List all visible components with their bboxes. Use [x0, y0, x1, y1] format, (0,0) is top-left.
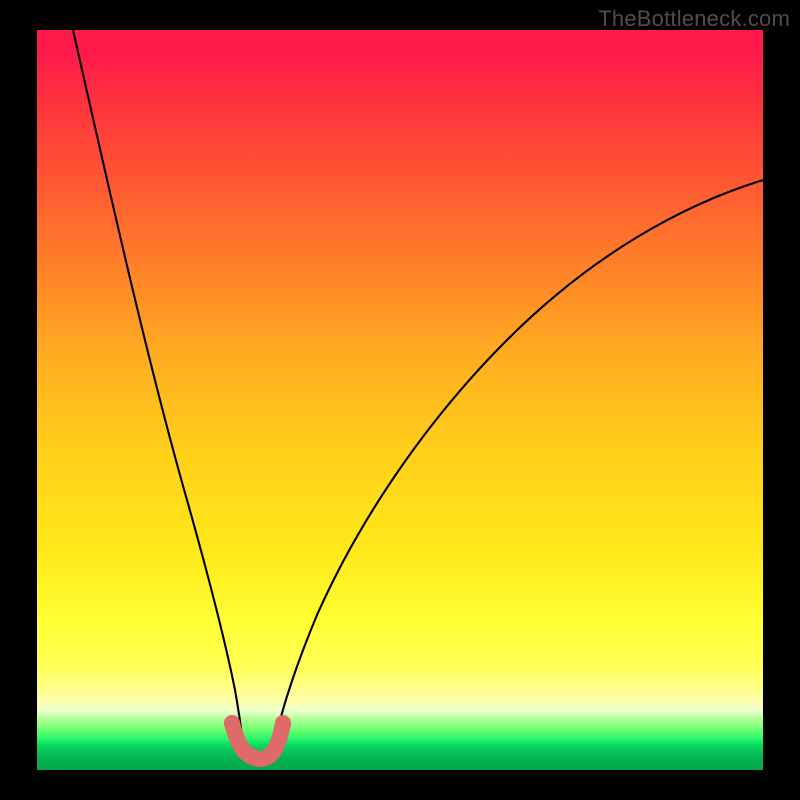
valley-highlight: [232, 723, 283, 759]
valley-dot-right: [275, 715, 291, 731]
right-branch: [273, 180, 763, 750]
curve-layer: [37, 30, 763, 770]
watermark-text: TheBottleneck.com: [598, 6, 790, 32]
chart-frame: TheBottleneck.com: [0, 0, 800, 800]
valley-dot-left: [224, 715, 240, 731]
plot-area: [37, 30, 763, 770]
left-branch: [73, 30, 244, 750]
